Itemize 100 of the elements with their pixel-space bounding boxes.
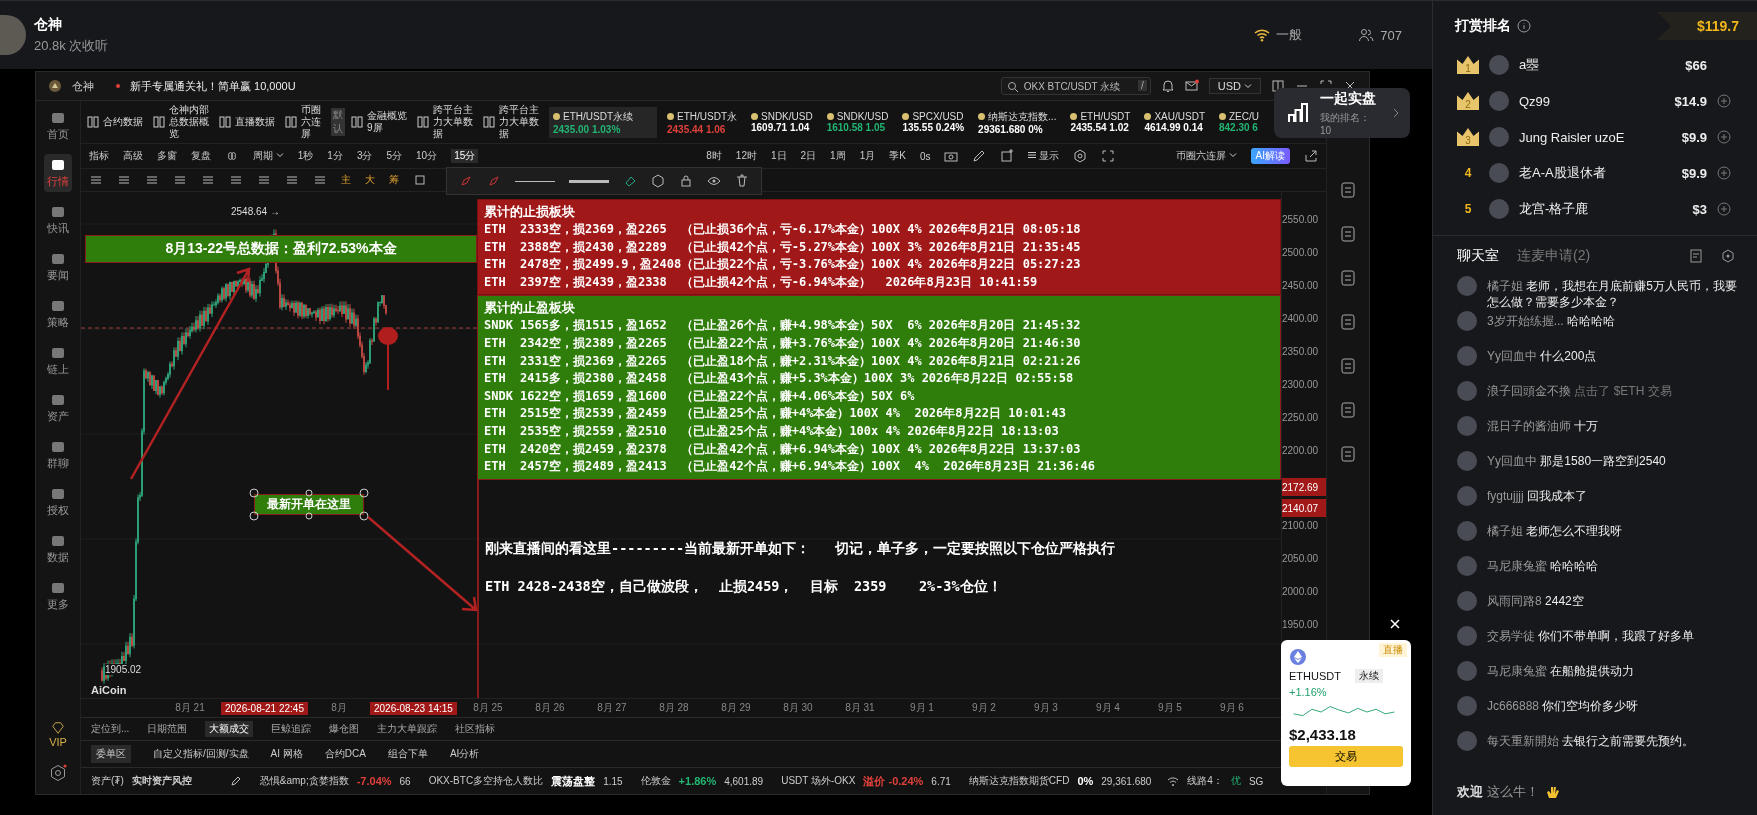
- vip-button[interactable]: VIP: [46, 718, 70, 751]
- sidebar-item[interactable]: 更多: [44, 577, 72, 615]
- info-icon[interactable]: [1517, 19, 1531, 33]
- currency-dropdown[interactable]: USD: [1208, 78, 1261, 94]
- ticker-tab[interactable]: XAU/USDT 4614.99 0.14: [1140, 108, 1209, 136]
- plus-icon[interactable]: [1717, 202, 1731, 216]
- fullscreen-icon[interactable]: [1101, 149, 1116, 163]
- overlay-toggle[interactable]: 筹: [389, 173, 399, 187]
- list-icon[interactable]: [117, 173, 131, 187]
- display-button[interactable]: 显示: [1028, 149, 1060, 163]
- sidebar-item[interactable]: 授权: [44, 483, 72, 521]
- layout-dropdown[interactable]: 币圈六连屏: [1175, 149, 1237, 163]
- risk-label[interactable]: 实时资产风控: [131, 774, 192, 788]
- plus-icon[interactable]: [1717, 130, 1731, 144]
- ticker-tab[interactable]: ETH/USDT 2435.54 1.02: [1066, 108, 1135, 136]
- overlay-toggle[interactable]: 主: [341, 173, 351, 187]
- shortcut-button[interactable]: 合约数据: [87, 116, 147, 128]
- settings-icon[interactable]: [651, 174, 665, 188]
- ticker-tab[interactable]: ETH/USDT永续 2435.00 1.03%: [549, 106, 657, 138]
- period-tab[interactable]: 3分: [356, 149, 373, 163]
- notes-icon[interactable]: [1689, 249, 1703, 263]
- pencil-icon[interactable]: [972, 149, 987, 163]
- shortcut-button[interactable]: 币圈六连屏 默认: [285, 104, 345, 140]
- streamer-avatar[interactable]: [0, 15, 26, 55]
- settings-icon[interactable]: [1721, 249, 1735, 263]
- chat-tab[interactable]: 聊天室: [1457, 247, 1499, 265]
- ticker-tab[interactable]: SPCX/USD 135.55 0.24%: [898, 108, 969, 136]
- trade-button[interactable]: 交易: [1289, 746, 1403, 767]
- toolbar-button[interactable]: 指标: [89, 149, 109, 163]
- share-icon[interactable]: [1304, 149, 1318, 163]
- sidebar-item[interactable]: 数据: [44, 530, 72, 568]
- period-tab[interactable]: 1日: [770, 149, 787, 163]
- order-tab[interactable]: 自定义指标/回测/实盘: [153, 747, 249, 761]
- panel-tab[interactable]: 巨鲸追踪: [271, 722, 312, 736]
- sidebar-item[interactable]: 策略: [44, 295, 72, 333]
- sidebar-item[interactable]: 群聊: [44, 436, 72, 474]
- toolbar-button[interactable]: 复盘: [191, 149, 211, 163]
- plus-icon[interactable]: [1717, 94, 1731, 108]
- period-tab[interactable]: 5分: [386, 149, 403, 163]
- period-tab[interactable]: 1分: [327, 149, 343, 163]
- period-tab[interactable]: 1周: [830, 149, 846, 163]
- order-tab[interactable]: 委单区: [91, 745, 131, 763]
- sidebar-item[interactable]: 资产: [44, 389, 72, 427]
- period-dropdown[interactable]: 周期: [253, 149, 284, 163]
- toolbar-button[interactable]: 高级: [123, 149, 143, 163]
- camera-icon[interactable]: [944, 149, 959, 163]
- infinity-icon[interactable]: [225, 149, 239, 163]
- period-tab[interactable]: 10分: [416, 149, 438, 163]
- line-style-dropdown[interactable]: [515, 180, 555, 182]
- sidebar-item[interactable]: 行情: [44, 154, 72, 192]
- ticker-tab[interactable]: ETH/USDT永 2435.44 1.06: [663, 106, 741, 138]
- add-window-icon[interactable]: [1000, 149, 1015, 163]
- ticker-tab[interactable]: SNDK/USD 1610.58 1.05: [822, 108, 893, 136]
- settings-icon[interactable]: [49, 764, 67, 782]
- shortcut-button[interactable]: 跨平台主力大单数据: [417, 104, 477, 140]
- shortcut-button[interactable]: 仓神内部总数据概览: [153, 104, 213, 140]
- order-tab[interactable]: AI 网格: [270, 747, 303, 761]
- order-tab[interactable]: 组合下单: [387, 747, 428, 761]
- order-tab[interactable]: AI分析: [449, 747, 480, 761]
- panel-tab[interactable]: 定位到...: [91, 722, 130, 736]
- shortcut-button[interactable]: 金融概览9屏: [351, 110, 411, 134]
- panel-tab[interactable]: 日期范围: [147, 722, 188, 736]
- bell-icon[interactable]: [1160, 79, 1175, 93]
- period-tab[interactable]: 1月: [859, 149, 876, 163]
- panel-tab[interactable]: 爆仓图: [329, 722, 360, 736]
- live-trading-popup[interactable]: 一起实盘 我的排名： 10: [1274, 88, 1410, 138]
- toolbar-button[interactable]: 多窗: [157, 149, 177, 163]
- sidebar-item[interactable]: 链上: [44, 342, 72, 380]
- sidebar-item[interactable]: 首页: [44, 107, 72, 145]
- eye-icon[interactable]: [707, 174, 721, 188]
- sidebar-item[interactable]: 快讯: [44, 201, 72, 239]
- ticker-tab[interactable]: SNDK/USD 1609.71 1.04: [747, 108, 817, 136]
- close-icon[interactable]: [1389, 618, 1401, 630]
- shortcut-button[interactable]: 跨平台主力大单数据: [483, 104, 543, 140]
- order-tab[interactable]: 合约DCA: [324, 747, 366, 761]
- period-tab[interactable]: 12时: [735, 149, 757, 163]
- document-icon[interactable]: [1339, 181, 1357, 199]
- pencil-icon[interactable]: [229, 775, 242, 787]
- promo-link[interactable]: 新手专属通关礼！简单赢 10,000U: [130, 78, 296, 94]
- settings-icon[interactable]: [1073, 149, 1088, 163]
- sidebar-item[interactable]: 要闻: [44, 248, 72, 286]
- mail-icon[interactable]: [1184, 79, 1199, 93]
- copy-icon[interactable]: [413, 173, 427, 187]
- period-tab[interactable]: 2日: [800, 149, 817, 163]
- period-tab[interactable]: 季K: [889, 149, 906, 163]
- menu-icon[interactable]: [89, 173, 103, 187]
- pen-icon[interactable]: [487, 174, 501, 188]
- period-tab[interactable]: 1秒: [297, 149, 314, 163]
- lock-icon[interactable]: [679, 174, 693, 188]
- panel-tab[interactable]: 社区指标: [455, 722, 496, 736]
- shortcut-button[interactable]: 直播数据: [219, 116, 279, 128]
- plus-icon[interactable]: [1717, 166, 1731, 180]
- ticker-tab[interactable]: 纳斯达克指数... 29361.680 0%: [974, 106, 1061, 138]
- panel-tab[interactable]: 大额成交: [205, 721, 254, 737]
- trash-icon[interactable]: [735, 174, 749, 188]
- period-tab[interactable]: 15分: [451, 149, 479, 163]
- period-tab[interactable]: 8时: [706, 149, 722, 163]
- chat-tab[interactable]: 连麦申请(2): [1517, 247, 1591, 265]
- line-width-dropdown[interactable]: [569, 179, 609, 183]
- panel-tab[interactable]: 主力大单跟踪: [377, 722, 438, 736]
